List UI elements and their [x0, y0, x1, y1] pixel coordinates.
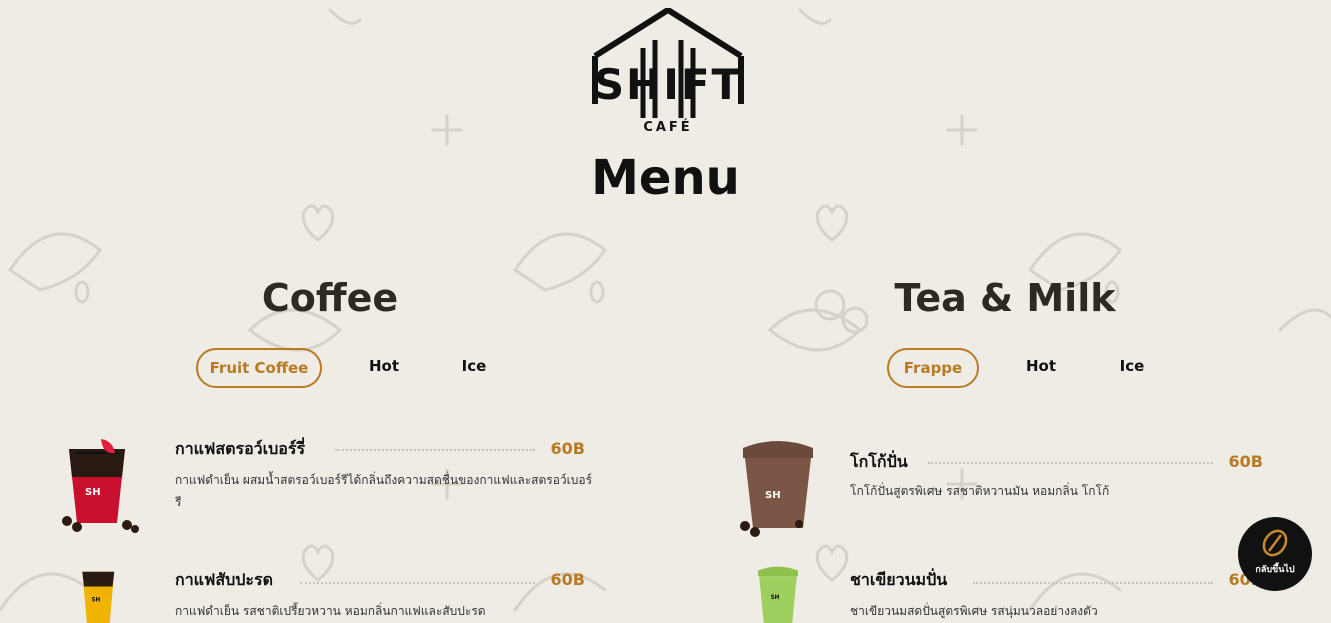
tab-coffee-hot[interactable]: Hot — [354, 348, 414, 384]
menu-item[interactable]: SH โกโก้ปั่น 60B โกโก้ปั่นสูตรพิเศษ รสชา… — [733, 440, 1273, 540]
svg-text:SH: SH — [85, 487, 101, 498]
coffee-bean-icon — [1262, 529, 1288, 557]
tab-tea-hot[interactable]: Hot — [1011, 348, 1071, 384]
strawberry-coffee-image: SH — [62, 439, 139, 533]
price-leader-dots — [335, 449, 535, 451]
menu-item-name: กาแฟสตรอว์เบอร์รี่ — [175, 439, 306, 458]
back-to-top-label: กลับขึ้นไป — [1255, 565, 1295, 575]
svg-text:SH: SH — [771, 595, 780, 601]
shift-cafe-logo[interactable]: SHIFT CAFÉ — [591, 6, 745, 138]
menu-item-description: ชาเขียวนมสดปั่นสูตรพิเศษ รสนุ่มนวลอย่างล… — [850, 604, 1098, 618]
price-leader-dots — [928, 462, 1213, 464]
price-leader-dots — [973, 582, 1213, 584]
page-title: Menu — [591, 150, 740, 206]
svg-text:SH: SH — [91, 597, 100, 603]
menu-item-name: ชาเขียวนมปั่น — [850, 570, 948, 589]
tab-tea-ice[interactable]: Ice — [1102, 348, 1162, 384]
tea-milk-section-title: Tea & Milk — [894, 276, 1116, 320]
menu-item[interactable]: SH ชาเขียวนมปั่น 60B ชาเขียวนมสดปั่นสูตร… — [733, 566, 1273, 623]
menu-item-description: โกโก้ปั่นสูตรพิเศษ รสชาติหวานมัน หอมกลิ่… — [850, 484, 1110, 498]
pineapple-coffee-image: SH — [82, 571, 115, 623]
menu-item[interactable]: SH กาแฟสับปะรด 60B กาแฟดำเย็น รสชาติเปรี… — [55, 566, 595, 623]
coffee-section-title: Coffee — [261, 276, 399, 320]
tab-frappe[interactable]: Frappe — [887, 348, 979, 388]
tea-milk-tabs: Frappe Hot Ice — [887, 348, 1187, 388]
coffee-tabs: Fruit Coffee Hot Ice — [196, 348, 516, 388]
menu-item-price: 60B — [1228, 452, 1263, 471]
menu-item-name: โกโก้ปั่น — [850, 452, 908, 471]
menu-item-name: กาแฟสับปะรด — [175, 570, 273, 589]
back-to-top-button[interactable]: กลับขึ้นไป — [1238, 517, 1312, 591]
price-leader-dots — [300, 582, 535, 584]
menu-item-description: กาแฟดำเย็น รสชาติเปรี้ยวหวาน หอมกลิ่นกาแ… — [175, 604, 486, 618]
green-tea-frappe-image: SH — [758, 566, 798, 623]
tab-coffee-ice[interactable]: Ice — [444, 348, 504, 384]
menu-item[interactable]: SH กาแฟสตรอว์เบอร์รี่ 60B กาแฟดำเย็น ผสม… — [55, 435, 595, 545]
cocoa-frappe-image: SH — [740, 441, 813, 537]
menu-item-description: กาแฟดำเย็น ผสมน้ำสตรอว์เบอร์รีได้กลิ่นถึ… — [175, 473, 593, 509]
menu-item-price: 60B — [550, 439, 585, 458]
logo-subtitle: CAFÉ — [643, 120, 693, 135]
svg-text:SH: SH — [765, 490, 781, 501]
logo-wordmark: SHIFT — [593, 60, 743, 109]
menu-item-price: 60B — [550, 570, 585, 589]
tab-fruit-coffee[interactable]: Fruit Coffee — [196, 348, 322, 388]
